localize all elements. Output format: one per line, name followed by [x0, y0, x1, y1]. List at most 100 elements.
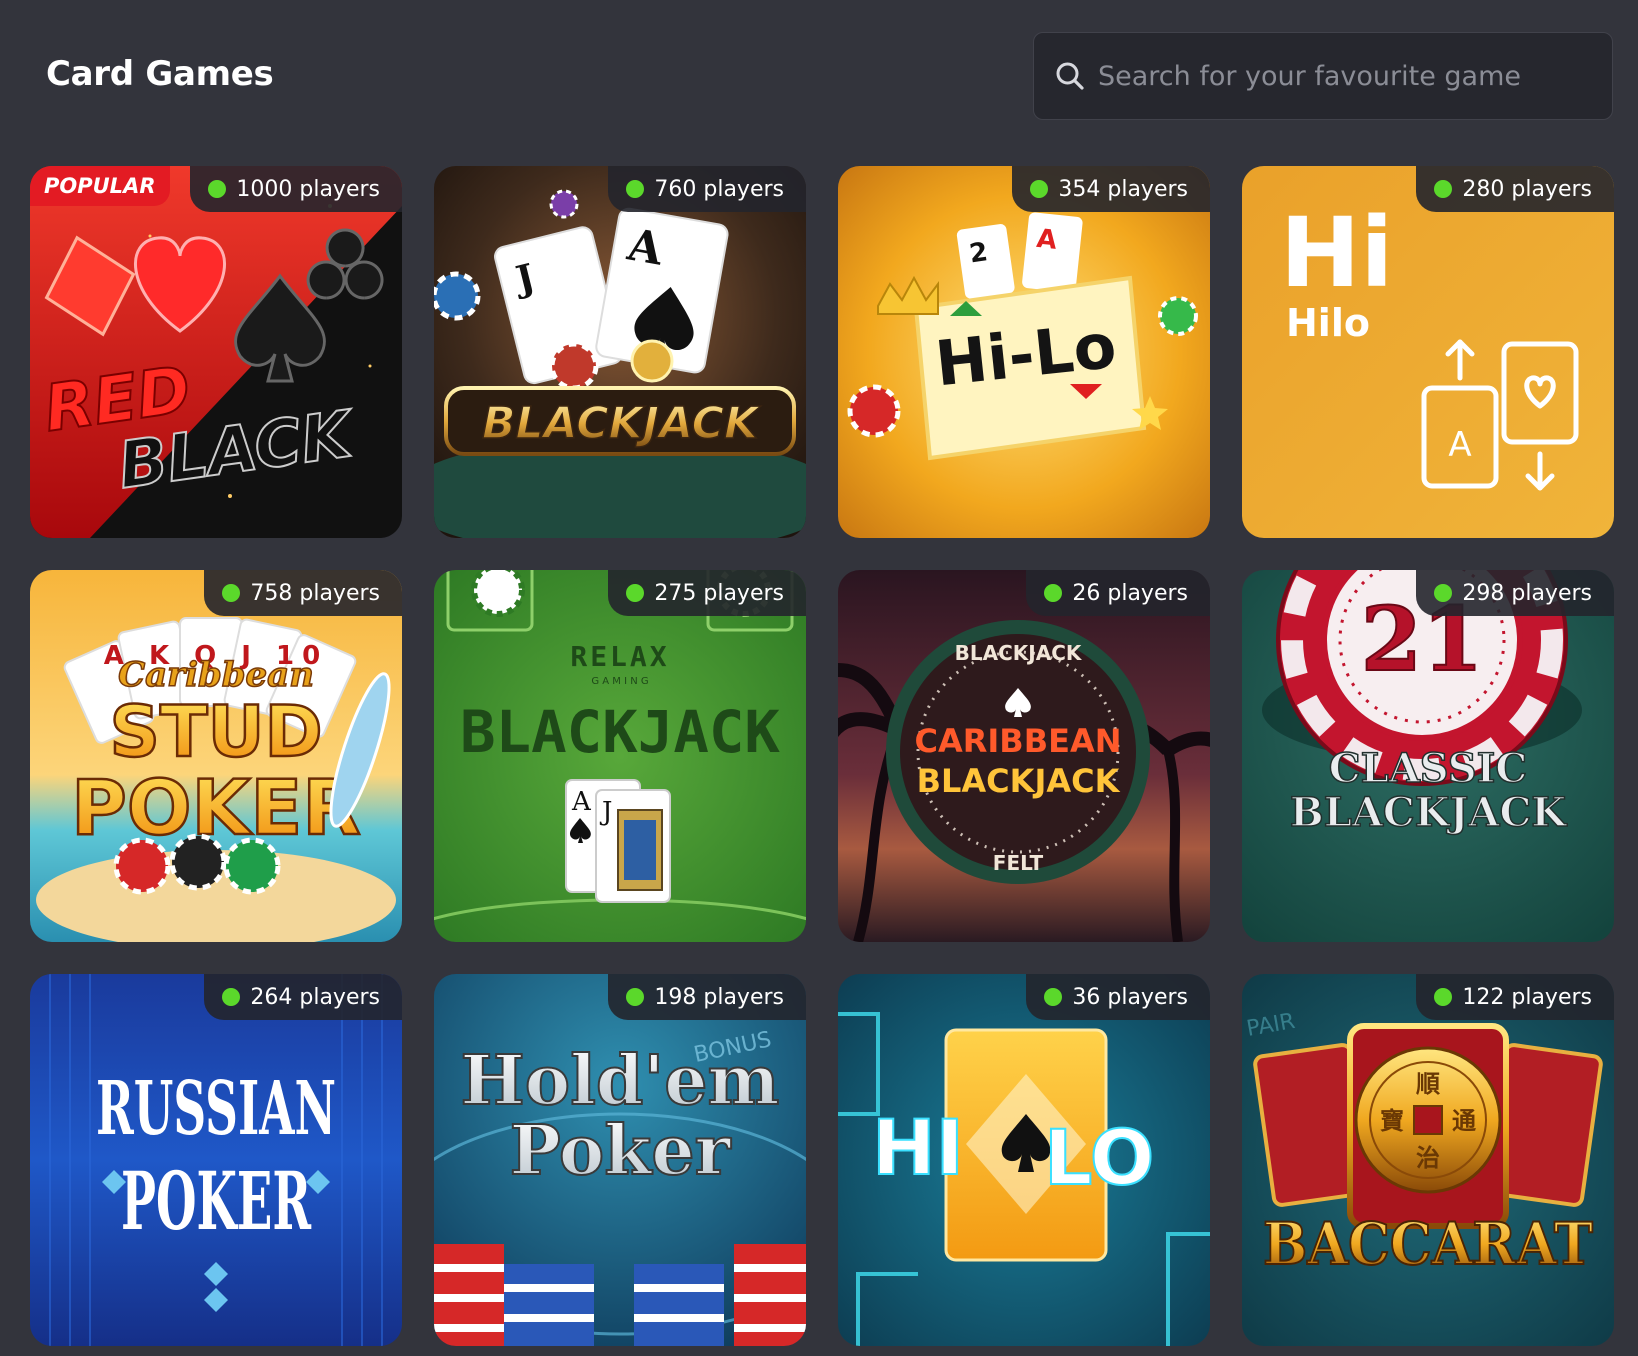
poker-title-text: Poker — [510, 1111, 732, 1191]
hi-big-text: Hi — [1280, 197, 1393, 309]
relax-gaming-text: G A M I N G — [591, 676, 648, 687]
players-badge: 1000 players — [190, 166, 402, 212]
russian-poker-artwork: RUSSIAN POKER — [30, 974, 402, 1346]
players-badge: 760 players — [608, 166, 806, 212]
players-count: 36 players — [1072, 984, 1188, 1010]
ace-card-label: A — [1448, 425, 1471, 465]
blackjack-title-text: BLACKJACK — [482, 398, 761, 449]
players-count: 275 players — [654, 580, 784, 606]
baccarat-title-text: BACCARAT — [1263, 1210, 1593, 1278]
poker-chip-icon — [113, 837, 171, 895]
blackjack-artwork: J A BLACKJACK — [434, 166, 806, 538]
game-card-hilo[interactable]: Hi Hilo A 280 players — [1242, 166, 1614, 538]
online-dot-icon — [626, 584, 645, 602]
online-dot-icon — [1044, 584, 1063, 602]
caribbean-script-text: Caribbean — [118, 655, 314, 695]
coin-icon — [630, 339, 674, 383]
online-dot-icon — [222, 988, 241, 1006]
hilo-artwork: Hi Hilo A — [1242, 166, 1614, 538]
blackjack-title-text: BLACKJACK — [1290, 789, 1567, 836]
players-count: 280 players — [1462, 176, 1592, 202]
classic-title-text: CLASSIC — [1329, 745, 1527, 792]
blackjack-title-text: BLACKJACK — [460, 698, 780, 766]
players-count: 264 players — [250, 984, 380, 1010]
coin-char-top: 順 — [1416, 1070, 1441, 1098]
players-badge: 758 players — [204, 570, 402, 616]
poker-chip-icon — [847, 384, 901, 438]
holdem-poker-artwork: BONUS Hold'em Poker — [434, 974, 806, 1346]
game-card-hi-lo[interactable]: 2 A Hi-Lo 354 players — [838, 166, 1210, 538]
players-count: 1000 players — [236, 176, 380, 202]
search-icon — [1052, 58, 1088, 94]
players-badge: 26 players — [1026, 570, 1210, 616]
online-dot-icon — [1434, 584, 1453, 602]
search-input[interactable] — [1098, 60, 1598, 92]
russian-title-text: RUSSIAN — [96, 1066, 336, 1152]
game-card-caribbean-stud-poker[interactable]: A K Q J 10 Caribbean STUD POKER 758 play… — [30, 570, 402, 942]
players-badge: 198 players — [608, 974, 806, 1020]
lo-text: LO — [1044, 1113, 1154, 1202]
players-count: 760 players — [654, 176, 784, 202]
search-box[interactable] — [1033, 32, 1613, 120]
game-card-classic-blackjack[interactable]: 21 CLASSIC BLACKJACK 298 players — [1242, 570, 1614, 942]
ace-card-label: A — [571, 787, 592, 817]
online-dot-icon — [1044, 988, 1063, 1006]
coin-char-left: 寶 — [1380, 1107, 1404, 1135]
felt-label-text: FELT — [993, 851, 1044, 875]
players-badge: 122 players — [1416, 974, 1614, 1020]
relax-blackjack-artwork: RELAX G A M I N G BLACKJACK A J — [434, 570, 806, 942]
players-badge: 280 players — [1416, 166, 1614, 212]
players-count: 26 players — [1072, 580, 1188, 606]
online-dot-icon — [626, 180, 645, 198]
players-badge: 36 players — [1026, 974, 1210, 1020]
popular-badge: POPULAR — [30, 166, 170, 206]
hi-lo-artwork: 2 A Hi-Lo — [838, 166, 1210, 538]
game-card-baccarat[interactable]: PAIR 順 寶 通 治 BACCARAT 122 players — [1242, 974, 1614, 1346]
players-badge: 275 players — [608, 570, 806, 616]
players-count: 198 players — [654, 984, 784, 1010]
coin-char-right: 通 — [1452, 1107, 1476, 1135]
game-card-holdem-poker[interactable]: BONUS Hold'em Poker 198 players — [434, 974, 806, 1346]
players-badge: 298 players — [1416, 570, 1614, 616]
online-dot-icon — [208, 180, 227, 198]
game-card-hi-lo-neon[interactable]: HI LO 36 players — [838, 974, 1210, 1346]
page-title: Card Games — [46, 54, 274, 94]
hi-text: HI — [872, 1103, 964, 1192]
game-card-blackjack[interactable]: J A BLACKJACK 760 players — [434, 166, 806, 538]
game-card-russian-poker[interactable]: RUSSIAN POKER 264 players — [30, 974, 402, 1346]
players-count: 758 players — [250, 580, 380, 606]
poker-chip-icon — [549, 341, 599, 391]
game-card-red-black[interactable]: RED BLACK POPULAR 1000 players — [30, 166, 402, 538]
players-badge: 264 players — [204, 974, 402, 1020]
caribbean-title-text: CARIBBEAN — [915, 722, 1122, 760]
hi-lo-neon-artwork: HI LO — [838, 974, 1210, 1346]
relax-brand-text: RELAX — [570, 640, 669, 673]
hilo-label-text: Hilo — [1286, 301, 1370, 345]
red-black-artwork: RED BLACK — [30, 166, 402, 538]
holdem-title-text: Hold'em — [460, 1041, 779, 1121]
jack-card-label: J — [599, 797, 612, 827]
stud-title-text: STUD — [109, 691, 322, 773]
coin-char-bottom: 治 — [1416, 1144, 1440, 1172]
caribbean-stud-poker-artwork: A K Q J 10 Caribbean STUD POKER — [30, 570, 402, 942]
baccarat-artwork: PAIR 順 寶 通 治 BACCARAT — [1242, 974, 1614, 1346]
poker-title-text: POKER — [71, 763, 361, 852]
game-grid: RED BLACK POPULAR 1000 players J A BLACK… — [30, 166, 1614, 1346]
game-card-relax-blackjack[interactable]: RELAX G A M I N G BLACKJACK A J 275 play… — [434, 570, 806, 942]
blackjack-arc-text: BLACKJACK — [955, 641, 1083, 665]
blackjack-title-text: BLACKJACK — [917, 762, 1121, 800]
online-dot-icon — [222, 584, 241, 602]
poker-title-text: POKER — [121, 1154, 311, 1248]
online-dot-icon — [626, 988, 645, 1006]
ace-card-label: A — [1035, 224, 1058, 256]
classic-blackjack-artwork: 21 CLASSIC BLACKJACK — [1242, 570, 1614, 942]
players-count: 298 players — [1462, 580, 1592, 606]
game-card-caribbean-blackjack[interactable]: BLACKJACK CARIBBEAN BLACKJACK FELT 26 pl… — [838, 570, 1210, 942]
online-dot-icon — [1434, 180, 1453, 198]
players-count: 354 players — [1058, 176, 1188, 202]
online-dot-icon — [1434, 988, 1453, 1006]
caribbean-blackjack-artwork: BLACKJACK CARIBBEAN BLACKJACK FELT — [838, 570, 1210, 942]
players-badge: 354 players — [1012, 166, 1210, 212]
online-dot-icon — [1030, 180, 1049, 198]
players-count: 122 players — [1462, 984, 1592, 1010]
